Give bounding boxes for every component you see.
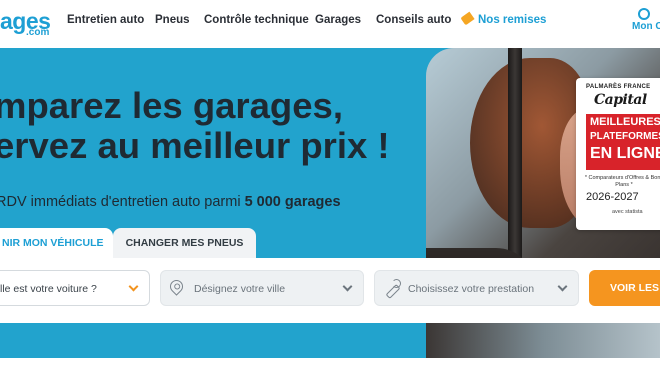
chevron-down-icon [342, 281, 353, 292]
city-input[interactable]: Désignez votre ville [160, 270, 364, 306]
service-select[interactable]: Choisissez votre prestation [374, 270, 579, 306]
search-form: lle est votre voiture ? Désignez votre v… [0, 258, 660, 323]
city-input-placeholder: Désignez votre ville [194, 283, 286, 295]
badge-line2: PLATEFORMES [590, 131, 660, 142]
hero-title-line2: ervez au meilleur prix ! [0, 125, 390, 166]
badge-brand: Capital [594, 92, 647, 108]
badge-top-label: PALMARÈS FRANCE [586, 84, 651, 90]
tab-tyres[interactable]: CHANGER MES PNEUS [113, 228, 256, 258]
tab-vehicle[interactable]: NIR MON VÉHICULE [0, 228, 113, 258]
chevron-down-icon [557, 281, 568, 292]
nav-conseils-auto[interactable]: Conseils auto [376, 14, 451, 26]
badge-line3: EN LIGNE [590, 145, 660, 162]
nav-entretien-auto[interactable]: Entretien auto [67, 14, 144, 26]
nav-nos-remises[interactable]: Nos remises [460, 12, 547, 26]
badge-category: * Comparateurs d'Offres & Bons Plans * [584, 175, 660, 188]
logo-domain: .com [26, 27, 50, 38]
badge-partner: avec statista [612, 209, 643, 215]
hero-title: mparez les garages, ervez au meilleur pr… [0, 86, 390, 166]
tag-icon [460, 12, 475, 26]
chevron-down-icon [128, 281, 139, 292]
nav-nos-remises-label: Nos remises [478, 14, 547, 26]
hero-bottom-photo [426, 323, 660, 358]
site-header: ages .com Entretien auto Pneus Contrôle … [0, 0, 660, 48]
badge-line1: MEILLEURES [590, 116, 660, 128]
search-submit-button[interactable]: VOIR LES T [589, 270, 660, 306]
award-badge: PALMARÈS FRANCE Capital MEILLEURES PLATE… [576, 78, 660, 230]
hero-subtitle-text: RDV immédiats d'entretien auto parmi [0, 194, 245, 210]
hero-title-line1: mparez les garages, [0, 85, 343, 126]
nav-pneus[interactable]: Pneus [155, 14, 190, 26]
hero-subtitle-count: 5 000 garages [244, 194, 341, 210]
account-link[interactable]: Mon C [632, 8, 660, 32]
car-select-placeholder: lle est votre voiture ? [0, 283, 97, 295]
service-select-placeholder: Choisissez votre prestation [408, 283, 535, 295]
nav-controle-technique[interactable]: Contrôle technique [204, 14, 309, 26]
nav-garages[interactable]: Garages [315, 14, 361, 26]
hero-subtitle: RDV immédiats d'entretien auto parmi 5 0… [0, 194, 341, 210]
page-bottom-strip [0, 358, 660, 365]
user-icon [638, 8, 650, 20]
location-pin-icon [167, 277, 186, 296]
page: ages .com Entretien auto Pneus Contrôle … [0, 0, 660, 365]
wrench-icon [384, 279, 401, 297]
badge-red-block: MEILLEURES PLATEFORMES EN LIGNE [586, 114, 660, 170]
account-label: Mon C [632, 21, 660, 32]
car-select[interactable]: lle est votre voiture ? [0, 270, 150, 306]
badge-years: 2026-2027 [586, 191, 639, 203]
